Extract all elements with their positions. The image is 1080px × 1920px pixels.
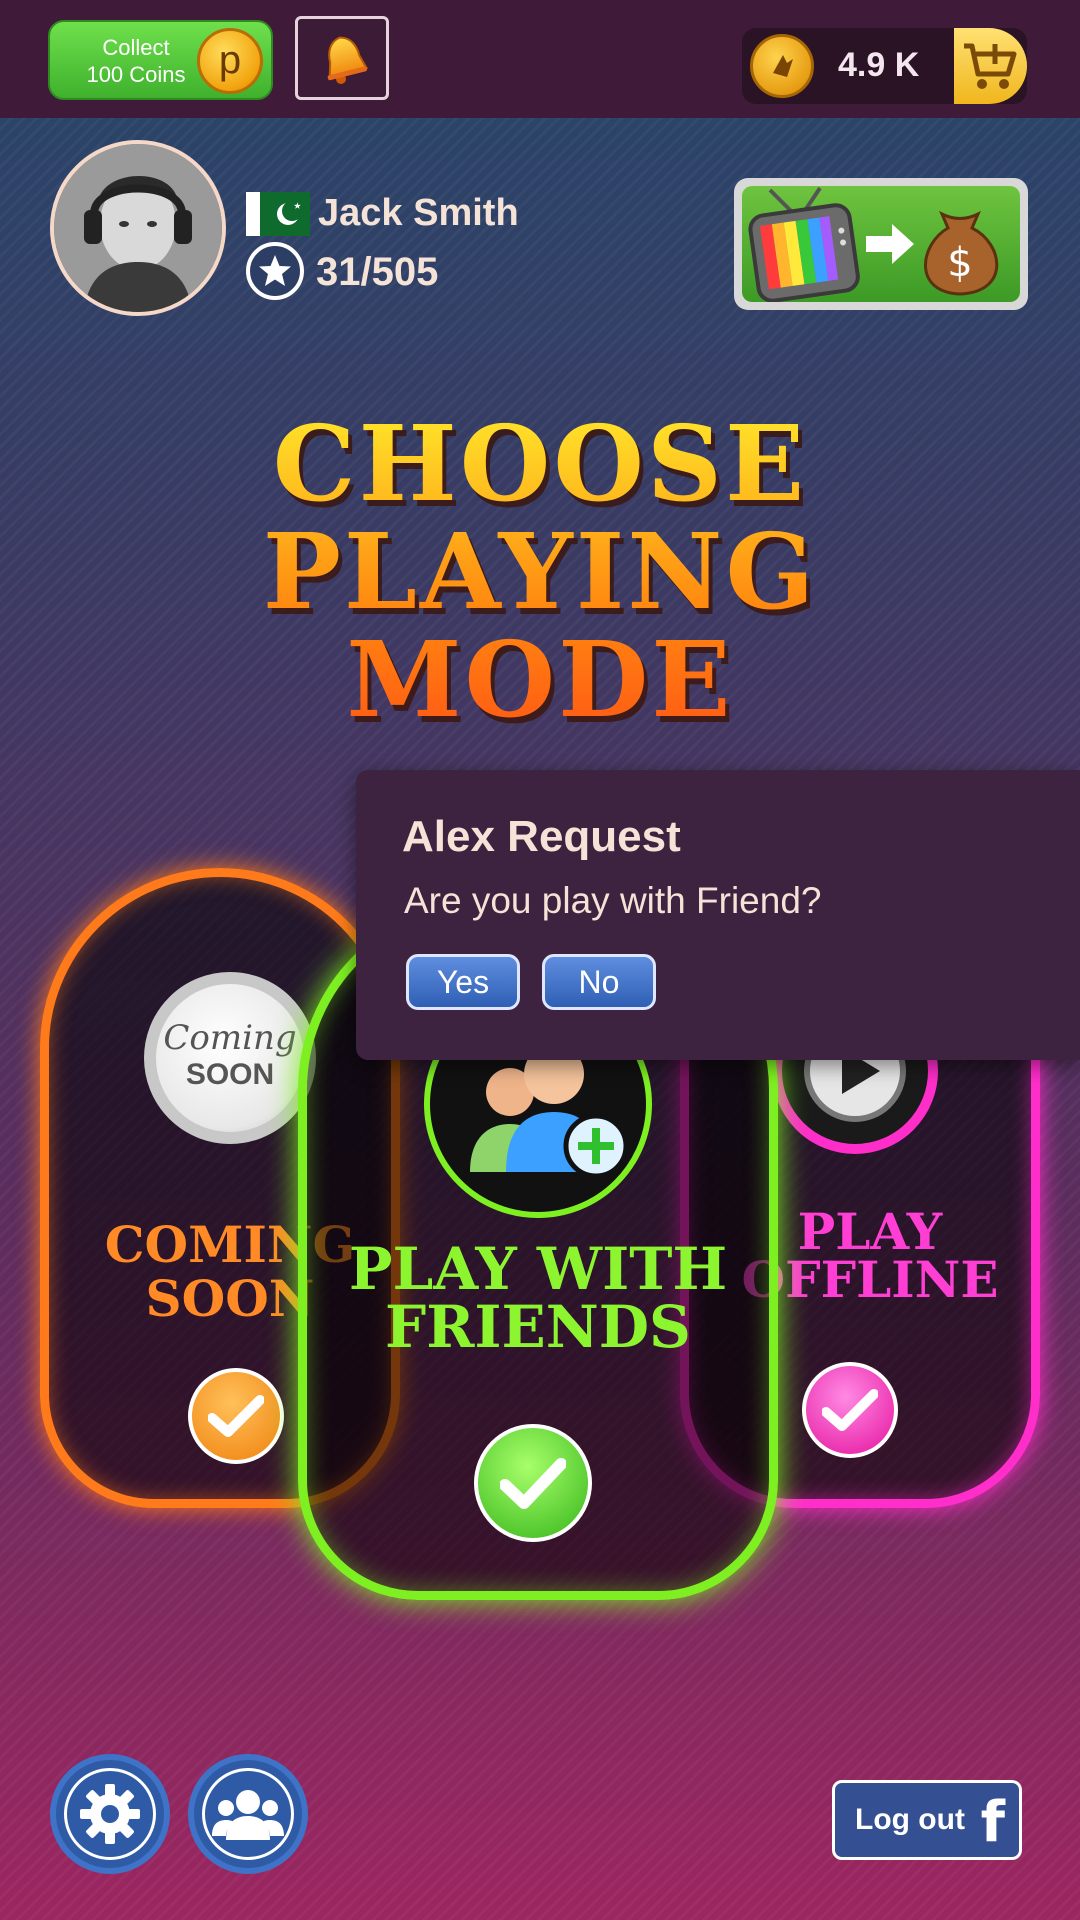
page-title: CHOOSE PLAYING MODE	[140, 410, 940, 734]
p-coin-icon: p	[197, 28, 263, 94]
cart-add-icon	[964, 43, 1017, 89]
watch-ad-earn-button[interactable]: $	[734, 178, 1028, 310]
shop-cart-button[interactable]	[954, 28, 1027, 104]
select-play-with-friends-button[interactable]	[474, 1424, 592, 1542]
settings-button[interactable]	[50, 1754, 170, 1874]
friend-request-dialog: Alex Request Are you play with Friend? Y…	[356, 770, 1080, 1060]
select-play-offline-button[interactable]	[802, 1362, 898, 1458]
tv-to-money-icon: $	[748, 186, 999, 302]
facebook-logout-button[interactable]: Log out f	[832, 1780, 1022, 1860]
gear-icon	[80, 1784, 140, 1844]
player-score: 31/505	[316, 250, 439, 294]
check-icon	[500, 1458, 566, 1509]
player-name: Jack Smith	[318, 192, 519, 234]
dialog-title: Alex Request	[402, 812, 681, 861]
coin-icon	[750, 34, 814, 98]
title-line-3: MODE	[346, 618, 734, 741]
star-badge-icon	[246, 242, 304, 300]
coming-soon-badge: Coming SOON	[144, 972, 316, 1144]
dialog-message: Are you play with Friend?	[404, 880, 822, 921]
logout-label: Log out	[855, 1803, 965, 1836]
settings-button-ring	[64, 1768, 156, 1860]
friends-button-ring	[202, 1768, 294, 1860]
facebook-icon: f	[980, 1790, 1005, 1855]
coming-soon-badge-line2: SOON	[185, 1058, 275, 1091]
bell-icon	[327, 36, 369, 84]
coin-balance: 4.9 K	[742, 28, 1027, 104]
select-coming-soon-button[interactable]	[188, 1368, 284, 1464]
title-line-1: CHOOSE	[272, 402, 808, 525]
svg-text:$: $	[947, 240, 972, 286]
collect-coins-label: Collect 100 Coins	[86, 35, 186, 87]
collect-coins-button[interactable]: Collect 100 Coins p	[48, 20, 273, 100]
friends-button[interactable]	[188, 1754, 308, 1874]
coming-soon-badge-line1: Coming	[163, 1018, 297, 1058]
avatar[interactable]	[50, 140, 226, 316]
coin-balance-value: 4.9 K	[838, 46, 920, 84]
mode-title-play-with-friends-line2: FRIENDS	[385, 1293, 691, 1361]
mode-title-play-with-friends-line1: PLAY WITH	[348, 1235, 728, 1303]
check-icon	[208, 1395, 264, 1437]
country-flag	[246, 192, 310, 236]
yes-button[interactable]: Yes	[406, 954, 520, 1010]
notifications-button[interactable]	[295, 16, 389, 100]
mode-title-play-with-friends: PLAY WITH FRIENDS	[328, 1240, 748, 1356]
friends-icon	[212, 1790, 284, 1840]
check-icon	[822, 1389, 878, 1431]
title-line-2: PLAYING	[262, 510, 818, 633]
no-button[interactable]: No	[542, 954, 656, 1010]
